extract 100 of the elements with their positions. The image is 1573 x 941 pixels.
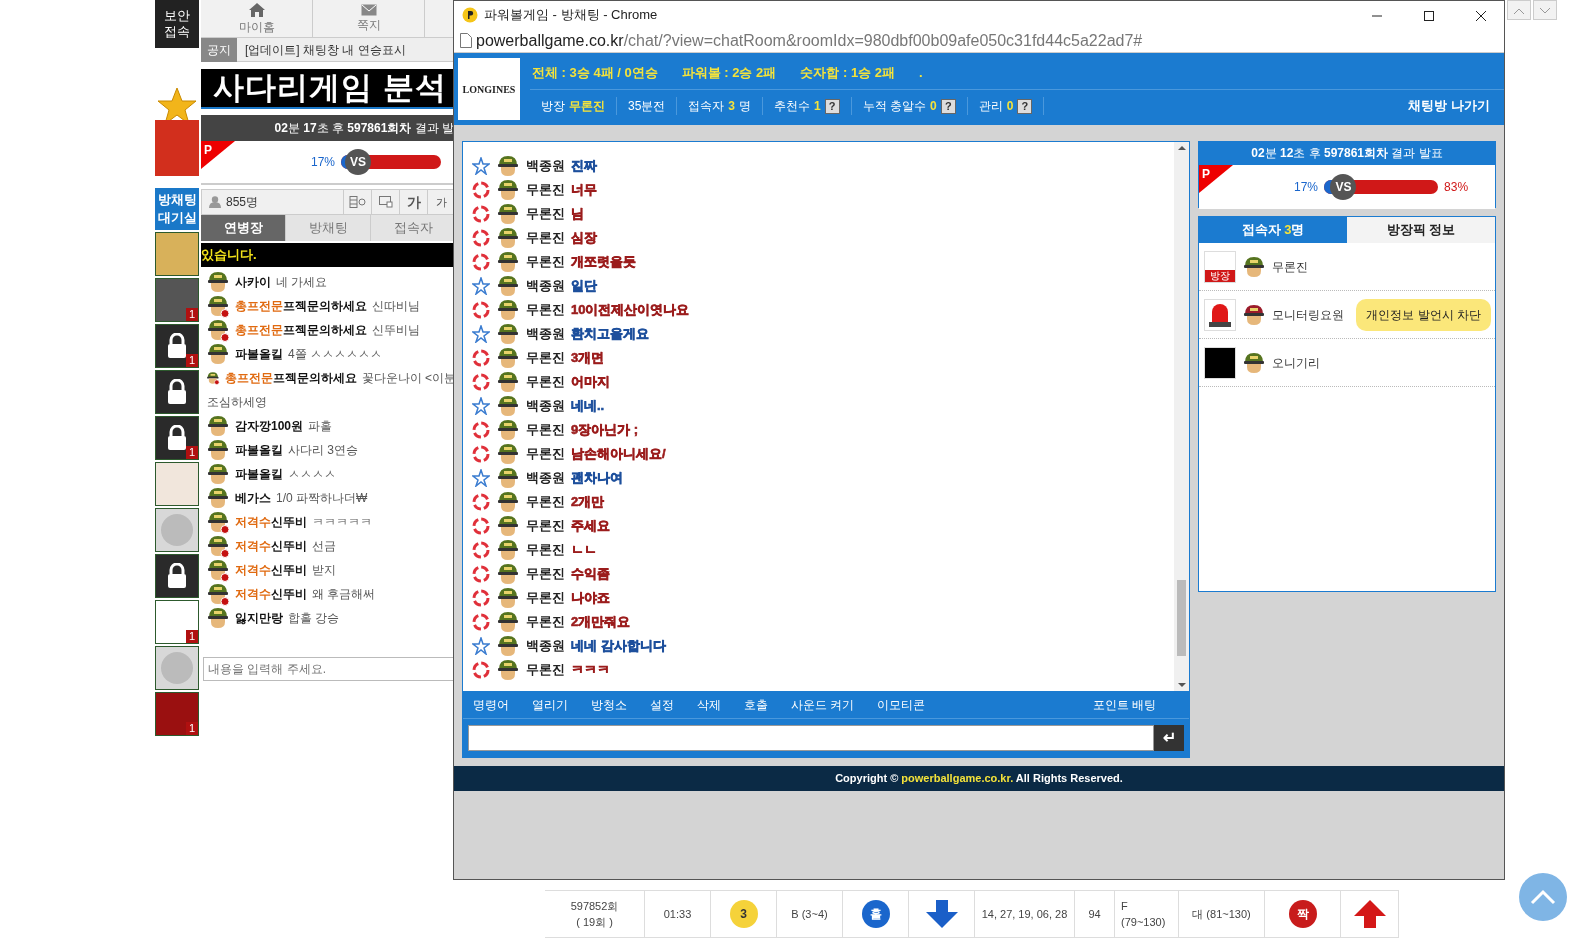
room-thumbnail[interactable]: 1 — [155, 600, 199, 644]
user-name[interactable]: 잃지만랑 — [235, 611, 283, 625]
scroll-thumb[interactable] — [1177, 580, 1186, 656]
room-thumbnail[interactable] — [155, 232, 199, 276]
user-name[interactable]: 백종원 — [526, 468, 565, 488]
swirl-icon — [472, 493, 490, 511]
notice-text[interactable]: [업데이트] 채팅창 내 연승표시 — [245, 40, 406, 59]
user-name[interactable]: 무론진 — [526, 516, 565, 536]
user-count: 855명 — [226, 194, 259, 211]
chat-tool-button[interactable]: 열리기 — [522, 695, 581, 714]
send-button[interactable]: ↵ — [1154, 725, 1184, 751]
swirl-icon — [472, 661, 490, 679]
user-name[interactable]: 무론진 — [526, 180, 565, 200]
user-name[interactable]: 파볼올킬 — [235, 467, 283, 481]
message-text: 신따비님 — [372, 298, 420, 315]
cap-avatar-icon — [496, 610, 520, 634]
scrollbar[interactable] — [1174, 142, 1189, 691]
room-thumbnail[interactable]: 1 — [155, 324, 199, 368]
chat-tool-button[interactable]: 명령어 — [463, 695, 522, 714]
message-text: 10이전제산이엿나요 — [571, 301, 690, 320]
help-button[interactable]: ? — [824, 98, 840, 114]
user-name[interactable]: 무론진 — [526, 204, 565, 224]
chat-tool-button[interactable]: 삭제 — [687, 695, 734, 714]
room-thumbnail[interactable] — [155, 508, 199, 552]
user-name[interactable]: 무론진 — [526, 420, 565, 440]
help-button[interactable]: ? — [1017, 98, 1033, 114]
user-name[interactable]: 신뚜비 — [271, 539, 307, 553]
user-name[interactable]: 무론진 — [526, 588, 565, 608]
user-name[interactable]: 신뚜비 — [271, 563, 307, 577]
security-button[interactable]: 보안 접속 — [155, 0, 199, 48]
waiting-room-button[interactable]: 방채팅 대기실 — [155, 188, 199, 230]
close-icon — [1475, 9, 1487, 22]
chat-tool-button[interactable]: 이모티콘 — [867, 695, 939, 714]
user-name[interactable]: 백종원 — [526, 636, 565, 656]
chat-tool-button[interactable]: 사운드 켜기 — [781, 695, 868, 714]
side-tab[interactable]: 방장픽 정보 — [1347, 217, 1495, 243]
point-bet-button[interactable]: 포인트 배팅 — [1082, 695, 1169, 714]
user-name[interactable]: 무론진 — [526, 444, 565, 464]
exit-room-button[interactable]: 채팅방 나가기 — [1408, 96, 1504, 116]
room-thumbnail[interactable] — [155, 554, 199, 598]
notice-bubble: 개인정보 발언시 차단 — [1356, 298, 1491, 331]
user-name[interactable]: 무론진 — [526, 372, 565, 392]
user-name[interactable]: 백종원 — [526, 276, 565, 296]
chat-input[interactable]: 내용을 입력해 주세요. — [203, 657, 454, 681]
user-name[interactable]: 프젝문의하세요 — [283, 299, 367, 313]
user-name[interactable]: 무론진 — [526, 252, 565, 272]
help-button[interactable]: ? — [940, 98, 956, 114]
user-name[interactable]: 무론진 — [526, 660, 565, 680]
nav-button[interactable]: 쪽지 — [313, 0, 425, 37]
chat-tool-button[interactable]: 호출 — [734, 695, 781, 714]
scroll-to-top-button[interactable] — [1519, 873, 1567, 921]
room-badge: 1 — [185, 446, 198, 459]
room-thumbnail[interactable] — [155, 646, 199, 690]
user-name[interactable]: 감자깡100원 — [235, 419, 304, 433]
user-name[interactable]: 파볼올킬 — [235, 347, 283, 361]
room-thumbnail[interactable] — [155, 462, 199, 506]
user-name[interactable]: 백종원 — [526, 156, 565, 176]
chat-tool-button[interactable]: 설정 — [640, 695, 687, 714]
room-thumbnail[interactable]: 1 — [155, 692, 199, 736]
user-name[interactable]: 백종원 — [526, 324, 565, 344]
info-value: 0 — [1006, 98, 1014, 115]
room-thumbnail[interactable]: 1 — [155, 416, 199, 460]
user-name[interactable]: 베가스 — [235, 491, 271, 505]
chat-tool-button[interactable]: 방청소 — [581, 695, 640, 714]
user-name[interactable]: 무론진 — [526, 228, 565, 248]
user-name[interactable]: 파볼올킬 — [235, 443, 283, 457]
room-thumbnail[interactable]: 1 — [155, 278, 199, 322]
message-text: 환치고올게요 — [571, 325, 649, 344]
chat-tab[interactable]: 연병장 — [201, 215, 286, 241]
user-name[interactable]: 무론진 — [526, 612, 565, 632]
chat-tab[interactable]: 방채팅 — [286, 215, 371, 241]
user-name[interactable]: 백종원 — [526, 396, 565, 416]
user-name[interactable]: 모니터링요원 — [1272, 305, 1344, 324]
room-thumbnail[interactable] — [155, 370, 199, 414]
room-badge: 1 — [185, 722, 198, 735]
drawn-numbers: 14, 27, 19, 06, 28 — [981, 906, 1068, 922]
user-name[interactable]: 신뚜비 — [271, 587, 307, 601]
message-input[interactable] — [468, 725, 1154, 751]
cap-avatar-icon — [1242, 254, 1266, 279]
list-icon — [348, 196, 367, 208]
user-name[interactable]: 무론진 — [526, 348, 565, 368]
star-icon — [472, 397, 490, 415]
user-name[interactable]: 무론진 — [526, 540, 565, 560]
side-tab[interactable]: 접속자 3명 — [1199, 217, 1347, 243]
user-name[interactable]: 오니기리 — [1272, 353, 1320, 372]
circle-logo-icon — [160, 513, 194, 547]
user-name[interactable]: 사카이 — [235, 275, 271, 289]
user-name[interactable]: 무론진 — [526, 492, 565, 512]
cap-avatar-icon — [496, 490, 520, 514]
chat-tab[interactable]: 접속자 — [371, 215, 456, 241]
user-name[interactable]: 무론진 — [526, 564, 565, 584]
user-name[interactable]: 무론진 — [526, 300, 565, 320]
user-name[interactable]: 프젝문의하세요 — [272, 371, 357, 385]
user-name[interactable]: 신뚜비 — [271, 515, 307, 529]
swirl-icon — [472, 517, 490, 535]
result-ball: 홀 — [861, 900, 890, 928]
sum-range: F (79~130) — [1121, 898, 1167, 930]
user-name[interactable]: 프젝문의하세요 — [283, 323, 367, 337]
nav-button[interactable]: 마이홈 — [201, 0, 313, 37]
user-name[interactable]: 무론진 — [1272, 257, 1308, 276]
